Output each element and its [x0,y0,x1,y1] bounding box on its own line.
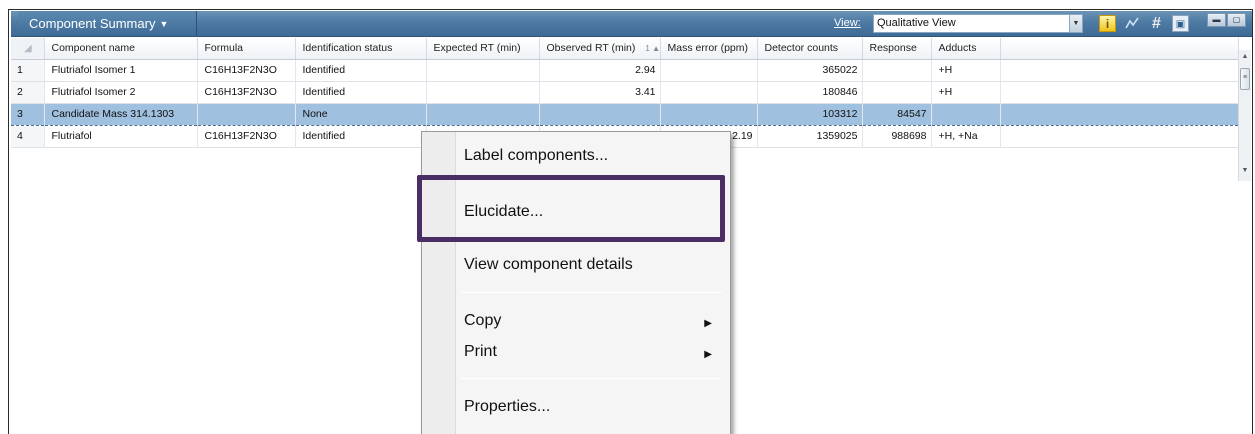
cell-name[interactable]: Flutriafol Isomer 2 [44,81,198,104]
column-header[interactable]: Expected RT (min) [426,38,540,60]
cell-empty [1000,59,1239,82]
scroll-down-icon[interactable]: ▼ [1239,164,1251,178]
table-header-row: ◢ Component name Formula Identification … [11,38,1239,60]
row-number[interactable]: 4 [11,125,45,148]
minimize-icon[interactable]: ▬ [1207,13,1226,27]
cell-mass-error[interactable] [660,102,758,126]
panel-titlebar: Component Summary ▼ View: Qualitative Vie… [11,11,1252,37]
cell-response[interactable] [862,59,932,82]
cell-adducts[interactable]: +H, +Na [931,125,1001,148]
column-header[interactable]: Response [862,38,932,60]
cell-expected-rt[interactable] [426,102,540,126]
cell-empty [1000,81,1239,104]
cell-formula[interactable]: C16H13F2N3O [197,59,296,82]
column-header-empty [1000,38,1239,60]
column-header[interactable]: Identification status [295,38,427,60]
hash-icon[interactable]: # [1148,15,1165,32]
menu-item-copy[interactable]: Copy [464,312,501,330]
cell-mass-error[interactable] [660,81,758,104]
cell-response[interactable] [862,81,932,104]
cell-status[interactable]: Identified [295,81,427,104]
panel-title: Component Summary [29,16,156,31]
row-number[interactable]: 3 [11,102,45,126]
column-header[interactable]: Mass error (ppm) [660,38,758,60]
select-all-corner[interactable]: ◢ [11,38,45,60]
submenu-arrow-icon: ▶ [704,318,712,329]
cell-status[interactable]: None [295,102,427,126]
cell-detector-counts[interactable]: 365022 [757,59,863,82]
cell-response[interactable]: 84547 [862,102,932,126]
elucidate-highlight-box [417,175,725,242]
cell-name[interactable]: Flutriafol Isomer 1 [44,59,198,82]
submenu-arrow-icon: ▶ [704,349,712,360]
cell-formula[interactable]: C16H13F2N3O [197,81,296,104]
view-label: View: [834,17,861,29]
menu-item-print[interactable]: Print [464,343,497,361]
cell-mass-error[interactable] [660,59,758,82]
cell-observed-rt[interactable]: 3.41 [539,81,661,104]
cell-name[interactable]: Flutriafol [44,125,198,148]
cell-adducts[interactable] [931,102,1001,126]
component-summary-menu[interactable]: Component Summary ▼ [18,11,197,36]
cell-empty [1000,125,1239,148]
cell-detector-counts[interactable]: 1359025 [757,125,863,148]
cell-adducts[interactable]: +H [931,81,1001,104]
column-header-label: Observed RT (min) [546,42,636,55]
cell-adducts[interactable]: +H [931,59,1001,82]
column-header[interactable]: Detector counts [757,38,863,60]
chart-icon[interactable] [1123,15,1140,32]
cell-expected-rt[interactable] [426,59,540,82]
view-select-value: Qualitative View [877,17,956,29]
maximize-icon[interactable]: ▢ [1227,13,1246,27]
menu-item-label-components[interactable]: Label components... [464,147,608,165]
cell-empty [1000,102,1239,126]
cell-observed-rt[interactable]: 2.94 [539,59,661,82]
table-row[interactable]: 2 Flutriafol Isomer 2 C16H13F2N3O Identi… [11,81,1239,104]
menu-item-view-component-details[interactable]: View component details [464,256,633,274]
row-number[interactable]: 2 [11,81,45,104]
menu-item-properties[interactable]: Properties... [464,398,550,416]
table-row-selected[interactable]: 3 Candidate Mass 314.1303 None 103312 84… [11,102,1239,126]
menu-separator [460,378,722,379]
scroll-thumb[interactable]: ≡ [1240,68,1250,90]
column-header[interactable]: Adducts [931,38,1001,60]
menu-separator [460,292,722,293]
cell-detector-counts[interactable]: 103312 [757,102,863,126]
cell-status[interactable]: Identified [295,59,427,82]
view-select[interactable]: Qualitative View ▼ [873,14,1083,33]
chevron-down-icon: ▼ [159,19,169,29]
column-header[interactable]: Formula [197,38,296,60]
sort-ascending-icon: 1 ▲ [645,44,660,54]
table-row[interactable]: 1 Flutriafol Isomer 1 C16H13F2N3O Identi… [11,59,1239,82]
cell-response[interactable]: 988698 [862,125,932,148]
doc-icon[interactable]: ▣ [1172,15,1189,32]
row-number[interactable]: 1 [11,59,45,82]
column-header[interactable]: Component name [44,38,198,60]
vertical-scrollbar[interactable]: ▲ ≡ ▼ [1238,50,1251,181]
cell-status[interactable]: Identified [295,125,427,148]
cell-formula[interactable]: C16H13F2N3O [197,125,296,148]
dropdown-arrow-icon[interactable]: ▼ [1069,15,1082,32]
cell-formula[interactable] [197,102,296,126]
cell-detector-counts[interactable]: 180846 [757,81,863,104]
column-header-sorted[interactable]: Observed RT (min) 1 ▲ [539,38,661,60]
cell-expected-rt[interactable] [426,81,540,104]
cell-name[interactable]: Candidate Mass 314.1303 [44,102,198,126]
info-icon[interactable]: i [1099,15,1116,32]
cell-observed-rt[interactable] [539,102,661,126]
scroll-up-icon[interactable]: ▲ [1239,50,1251,64]
